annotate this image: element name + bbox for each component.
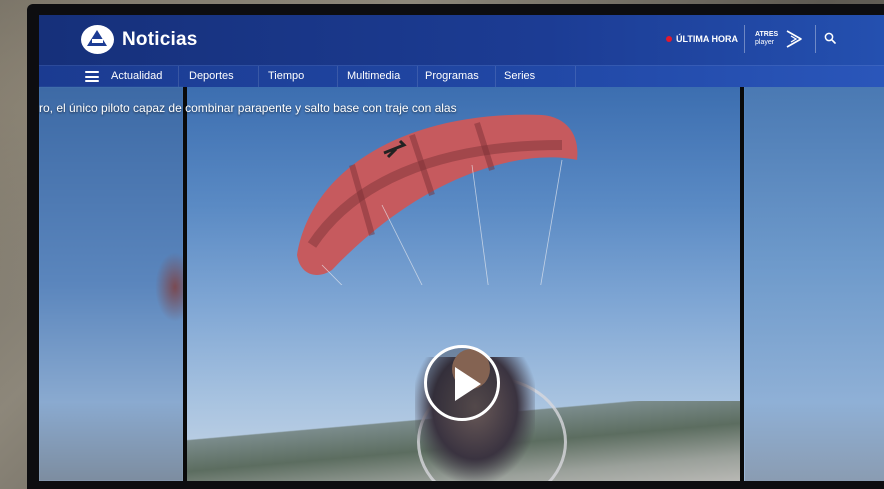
nav-item-programas[interactable]: Programas [425, 66, 496, 88]
breaking-news-link[interactable]: ÚLTIMA HORA [666, 34, 738, 44]
atresplayer-link[interactable]: ATRES player [755, 28, 805, 50]
nav-item-tiempo[interactable]: Tiempo [268, 66, 338, 88]
video-frame [187, 87, 740, 481]
breaking-news-label: ÚLTIMA HORA [676, 34, 738, 44]
brand-name: Noticias [122, 28, 198, 50]
play-icon [455, 367, 481, 401]
atresplayer-wordmark: ATRES player [755, 31, 781, 47]
browser-viewport: Noticias ÚLTIMA HORA ATRES player Actual… [39, 15, 884, 481]
antena3-logo-icon [81, 25, 114, 54]
nav-item-series[interactable]: Series [504, 66, 576, 88]
search-icon[interactable] [824, 32, 836, 44]
nav-item-deportes[interactable]: Deportes [189, 66, 259, 88]
nav-item-actualidad[interactable]: Actualidad [111, 66, 179, 88]
atresplayer-line1: ATRES [755, 31, 779, 38]
header-divider [744, 25, 745, 53]
paraglider-canopy [297, 114, 578, 285]
video-border [740, 87, 744, 481]
video-player[interactable]: ro, el único piloto capaz de combinar pa… [39, 87, 884, 481]
hamburger-icon[interactable] [85, 71, 99, 82]
atresplayer-line2: player [755, 39, 775, 46]
video-title: ro, el único piloto capaz de combinar pa… [39, 101, 457, 115]
nav-item-multimedia[interactable]: Multimedia [347, 66, 418, 88]
video-blurred-right [745, 87, 884, 481]
play-button[interactable] [424, 345, 500, 421]
live-dot-icon [666, 36, 672, 42]
main-nav: Actualidad Deportes Tiempo Multimedia Pr… [39, 65, 884, 88]
header-divider [815, 25, 816, 53]
atresplayer-arrow-icon [786, 30, 802, 48]
site-logo[interactable]: Noticias [81, 25, 198, 54]
site-header: Noticias ÚLTIMA HORA ATRES player [39, 15, 884, 65]
